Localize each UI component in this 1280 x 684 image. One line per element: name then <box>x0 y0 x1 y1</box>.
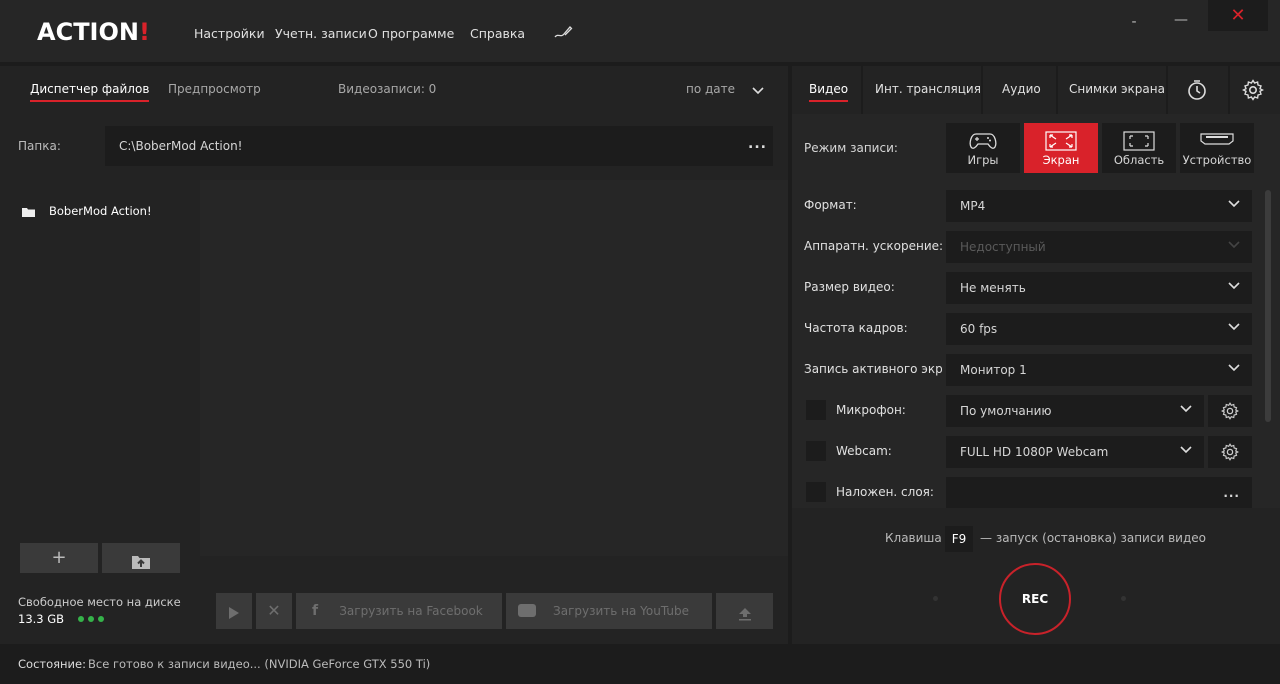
gear-icon <box>1220 402 1240 420</box>
tab-preview[interactable]: Предпросмотр <box>168 82 261 96</box>
disk-space-label: Свободное место на диске <box>18 595 181 609</box>
microphone-checkbox[interactable] <box>806 400 826 420</box>
mode-region-button[interactable]: Область <box>1102 123 1176 173</box>
overlay-checkbox[interactable] <box>806 482 826 502</box>
active-screen-label: Запись активного экрана: <box>804 362 942 376</box>
webcam-settings-button[interactable] <box>1208 436 1252 468</box>
tab-screenshots[interactable]: Снимки экрана <box>1069 82 1165 96</box>
tab-video[interactable]: Видео <box>809 82 849 102</box>
tree-item-root[interactable]: BoberMod Action! <box>49 204 152 218</box>
tab-separator <box>1228 66 1230 114</box>
browse-folder-button[interactable]: ... <box>748 136 767 152</box>
settings-scrollbar[interactable] <box>1265 190 1271 422</box>
framerate-select[interactable]: 60 fps <box>946 313 1252 345</box>
play-button[interactable] <box>216 593 252 629</box>
video-size-select[interactable]: Не менять <box>946 272 1252 304</box>
gear-icon[interactable] <box>1241 79 1265 104</box>
mode-device-button[interactable]: Устройство <box>1180 123 1254 173</box>
facebook-icon: f <box>312 603 319 619</box>
close-button[interactable]: ✕ <box>1208 0 1268 31</box>
chevron-down-icon[interactable] <box>752 84 764 98</box>
overlay-field[interactable]: ... <box>946 477 1252 508</box>
play-icon <box>229 606 239 619</box>
chevron-down-icon <box>1180 446 1192 454</box>
timer-icon[interactable] <box>1186 79 1208 104</box>
menu-accounts[interactable]: Учетн. записи <box>275 26 367 41</box>
hdmi-icon <box>1200 133 1234 145</box>
gear-icon <box>1220 443 1240 461</box>
chevron-down-icon <box>1228 364 1240 372</box>
tab-audio[interactable]: Аудио <box>1002 82 1041 96</box>
microphone-label: Микрофон: <box>836 403 906 417</box>
upload-facebook-button[interactable]: f Загрузить на Facebook <box>296 593 502 629</box>
microphone-settings-button[interactable] <box>1208 395 1252 427</box>
upload-button[interactable] <box>716 593 773 629</box>
file-list-area <box>200 180 788 556</box>
microphone-select[interactable]: По умолчанию <box>946 395 1204 427</box>
maximize-button[interactable]: — <box>1166 4 1196 36</box>
record-mode-label: Режим записи: <box>804 141 898 155</box>
tab-separator <box>1056 66 1058 114</box>
hw-accel-select: Недоступный <box>946 231 1252 263</box>
gamepad-icon <box>969 133 997 149</box>
folder-icon <box>22 206 35 220</box>
chevron-down-icon <box>1228 241 1240 249</box>
webcam-checkbox[interactable] <box>806 441 826 461</box>
hotkey-description: — запуск (остановка) записи видео <box>980 531 1206 545</box>
active-screen-select[interactable]: Монитор 1 <box>946 354 1252 386</box>
mode-games-button[interactable]: Игры <box>946 123 1020 173</box>
close-icon: ✕ <box>267 601 281 620</box>
tab-separator <box>861 66 863 114</box>
tab-separator <box>981 66 983 114</box>
tab-stream[interactable]: Инт. трансляция <box>875 82 981 96</box>
mode-screen-button[interactable]: Экран <box>1024 123 1098 173</box>
fullscreen-icon <box>1045 131 1077 151</box>
region-select-icon <box>1123 131 1155 151</box>
video-size-label: Размер видео: <box>804 280 895 294</box>
overlay-browse-button[interactable]: ... <box>1223 477 1240 509</box>
format-select[interactable]: MP4 <box>946 190 1252 222</box>
record-button[interactable]: REC <box>999 563 1071 635</box>
plus-icon: + <box>51 547 67 568</box>
status-text: Все готово к записи видео... (NVIDIA GeF… <box>88 657 431 671</box>
hotkey-prefix: Клавиша <box>885 531 942 545</box>
title-bar <box>0 0 1280 62</box>
overlay-label: Наложен. слоя: <box>836 485 934 499</box>
add-folder-button[interactable]: + <box>20 543 98 573</box>
webcam-label: Webcam: <box>836 444 892 458</box>
youtube-icon <box>518 604 536 617</box>
minimize-button[interactable]: - <box>1122 6 1146 38</box>
chevron-down-icon <box>1228 200 1240 208</box>
open-folder-button[interactable] <box>102 543 180 573</box>
framerate-label: Частота кадров: <box>804 321 908 335</box>
menu-help[interactable]: Справка <box>470 26 525 41</box>
folder-upload-icon <box>132 556 150 569</box>
records-count: Видеозаписи: 0 <box>338 82 437 96</box>
menu-settings[interactable]: Настройки <box>194 26 265 41</box>
folder-tree <box>0 180 200 644</box>
indicator-dot <box>1121 596 1126 601</box>
hotkey-field[interactable]: F9 <box>945 526 973 552</box>
tab-separator <box>1166 66 1168 114</box>
app-logo: ACTION! <box>37 18 150 46</box>
folder-path-field[interactable]: C:\BoberMod Action! <box>105 126 773 166</box>
indicator-dot <box>933 596 938 601</box>
delete-button[interactable]: ✕ <box>256 593 292 629</box>
disk-space-value: 13.3 GB <box>18 612 65 626</box>
upload-youtube-button[interactable]: Загрузить на YouTube <box>506 593 712 629</box>
chevron-down-icon <box>1180 405 1192 413</box>
format-label: Формат: <box>804 198 857 212</box>
status-label: Состояние: <box>18 657 86 671</box>
chevron-down-icon <box>1228 282 1240 290</box>
hw-accel-label: Аппаратн. ускорение: <box>804 239 944 253</box>
tab-file-manager[interactable]: Диспетчер файлов <box>30 82 150 102</box>
webcam-select[interactable]: FULL HD 1080P Webcam <box>946 436 1204 468</box>
chevron-down-icon <box>1228 323 1240 331</box>
disk-status-indicator <box>78 616 104 622</box>
folder-label: Папка: <box>18 139 61 153</box>
pen-icon[interactable] <box>553 24 573 43</box>
upload-icon <box>738 607 751 620</box>
menu-about[interactable]: О программе <box>368 26 454 41</box>
sort-select[interactable]: по дате <box>686 82 735 96</box>
